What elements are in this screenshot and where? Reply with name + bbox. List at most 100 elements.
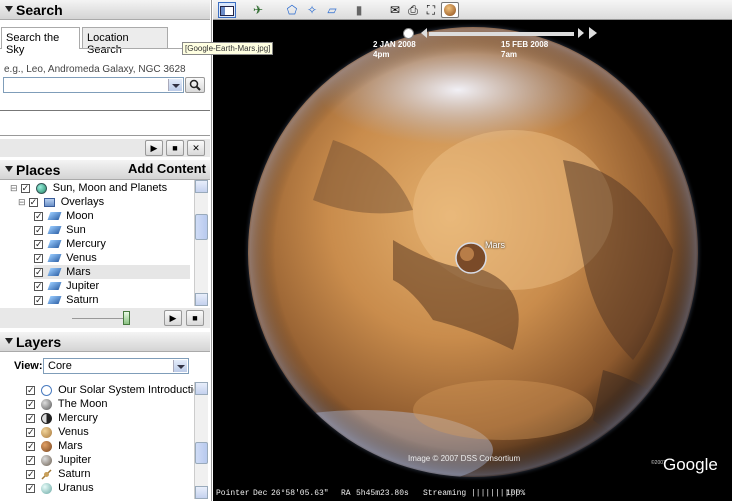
- checkbox[interactable]: [34, 251, 43, 265]
- print-button[interactable]: ⎙: [405, 2, 421, 18]
- search-hint: e.g., Leo, Andromeda Galaxy, NGC 3628: [4, 64, 186, 75]
- tree-item[interactable]: ⊟ Sun, Moon and Planets: [10, 181, 167, 195]
- tree-item[interactable]: Jupiter: [34, 279, 99, 293]
- layers-section-header[interactable]: Layers: [0, 332, 210, 352]
- tree-item[interactable]: Mercury: [34, 237, 106, 251]
- checkbox[interactable]: [20, 181, 30, 195]
- tree-item[interactable]: Moon: [34, 209, 94, 223]
- stop-button[interactable]: ■: [166, 140, 184, 156]
- toggle-sidebar-button[interactable]: [218, 2, 236, 18]
- checkbox[interactable]: [34, 209, 43, 223]
- email-button[interactable]: ✉: [387, 2, 403, 18]
- tree-item[interactable]: Sun: [34, 223, 86, 237]
- layer-item[interactable]: Mars: [26, 439, 83, 453]
- scroll-up-button[interactable]: [195, 382, 208, 395]
- tree-item-label: Sun, Moon and Planets: [52, 182, 168, 194]
- collapse-triangle-icon[interactable]: [5, 6, 13, 12]
- chevron-down-icon[interactable]: [173, 360, 187, 372]
- places-scrollbar[interactable]: [194, 180, 208, 306]
- checkbox[interactable]: [34, 293, 43, 306]
- search-dropdown-chevron-icon[interactable]: [168, 79, 182, 91]
- saturn-icon: [41, 469, 52, 480]
- clock-icon[interactable]: [403, 28, 414, 39]
- layer-item-label: The Moon: [57, 398, 108, 410]
- scroll-thumb[interactable]: [195, 442, 208, 464]
- expand-toggle-icon[interactable]: ⊟: [18, 197, 26, 207]
- add-overlay-button[interactable]: ▱: [323, 2, 341, 18]
- checkbox[interactable]: [28, 195, 38, 209]
- checkbox[interactable]: [26, 467, 35, 481]
- tree-item-selected[interactable]: Mars: [34, 265, 190, 279]
- search-controls-bar: ▶ ■ ✕: [0, 139, 210, 157]
- layer-item[interactable]: Mercury: [26, 411, 98, 425]
- layer-item[interactable]: Venus: [26, 425, 89, 439]
- status-streaming-label: Streaming: [423, 489, 467, 498]
- tree-item[interactable]: ⊟ Overlays: [18, 195, 104, 209]
- search-section-header[interactable]: Search: [0, 0, 210, 20]
- expand-toggle-icon[interactable]: ⊟: [10, 183, 18, 193]
- clear-button[interactable]: ✕: [187, 140, 205, 156]
- main-toolbar: ✈ ⬠ ✧ ▱ ▮ ✉ ⎙ ⛶: [213, 0, 732, 20]
- checkbox[interactable]: [26, 397, 35, 411]
- status-dec-label: Dec: [253, 489, 268, 498]
- ruler-button[interactable]: ▮: [353, 2, 365, 18]
- view-select[interactable]: Core: [43, 358, 189, 374]
- tour-play-button[interactable]: ▶: [164, 310, 182, 326]
- places-section-header[interactable]: Places Add Content: [0, 160, 210, 180]
- scroll-down-button[interactable]: [195, 293, 208, 306]
- tab-search-the-sky[interactable]: Search the Sky: [1, 27, 80, 56]
- add-path-button[interactable]: ✧: [303, 2, 321, 18]
- checkbox[interactable]: [26, 411, 35, 425]
- add-polygon-button[interactable]: ⬠: [283, 2, 301, 18]
- layer-item[interactable]: Our Solar System Introduction: [26, 383, 194, 397]
- checkbox[interactable]: [34, 279, 43, 293]
- checkbox[interactable]: [26, 383, 35, 397]
- layers-scrollbar[interactable]: [194, 382, 208, 499]
- add-content-button[interactable]: Add Content: [128, 161, 206, 176]
- checkbox[interactable]: [26, 439, 35, 453]
- switch-sky-button[interactable]: [441, 2, 459, 18]
- image-credit: Image © 2007 DSS Consortium: [408, 454, 521, 463]
- layer-item[interactable]: Uranus: [26, 481, 94, 495]
- collapse-triangle-icon[interactable]: [5, 338, 13, 344]
- tree-item[interactable]: Saturn: [34, 293, 99, 306]
- tree-item[interactable]: Venus: [34, 251, 97, 265]
- tour-stop-button[interactable]: ■: [186, 310, 204, 326]
- layers-tree: Our Solar System Introduction The Moon M…: [0, 382, 194, 499]
- checkbox[interactable]: [34, 237, 43, 251]
- start-time: 4pm: [373, 50, 390, 59]
- scroll-down-button[interactable]: [195, 486, 208, 499]
- layer-item[interactable]: Jupiter: [26, 453, 91, 467]
- view-in-maps-button[interactable]: ⛶: [423, 2, 439, 18]
- layer-item[interactable]: Saturn: [26, 467, 91, 481]
- checkbox[interactable]: [34, 223, 43, 237]
- search-button[interactable]: [185, 77, 205, 93]
- tour-speed-slider[interactable]: [123, 311, 130, 325]
- placemark-label[interactable]: Mars: [485, 240, 505, 250]
- overlay-icon: [47, 296, 62, 305]
- map-view[interactable]: Mars 2 JAN 2008 4pm 15 FEB 2008 7am Imag…: [213, 20, 732, 501]
- checkbox[interactable]: [26, 425, 35, 439]
- checkbox[interactable]: [26, 453, 35, 467]
- planet-icon: [41, 469, 52, 480]
- search-results-box[interactable]: [0, 110, 210, 136]
- scroll-thumb[interactable]: [195, 214, 208, 240]
- slider-right-arrow-icon[interactable]: [578, 28, 584, 38]
- layer-item-label: Mercury: [58, 412, 98, 424]
- status-ra-value: 5h45m23.80s: [356, 489, 409, 498]
- add-placemark-button[interactable]: ✈: [249, 2, 267, 18]
- checkbox[interactable]: [34, 265, 43, 279]
- slider-track[interactable]: [429, 32, 574, 36]
- end-date: 15 FEB 2008: [501, 40, 549, 49]
- planet-icon: [41, 412, 53, 424]
- tab-location-search[interactable]: Location Search: [82, 27, 168, 56]
- scroll-up-button[interactable]: [195, 180, 208, 193]
- slider-left-arrow-icon[interactable]: [421, 28, 427, 38]
- time-slider[interactable]: 2 JAN 2008 4pm 15 FEB 2008 7am: [373, 20, 597, 68]
- animate-button[interactable]: [588, 26, 597, 40]
- search-input[interactable]: [3, 77, 184, 93]
- layer-item[interactable]: The Moon: [26, 397, 107, 411]
- collapse-triangle-icon[interactable]: [5, 166, 13, 172]
- checkbox[interactable]: [26, 481, 35, 495]
- play-button[interactable]: ▶: [145, 140, 163, 156]
